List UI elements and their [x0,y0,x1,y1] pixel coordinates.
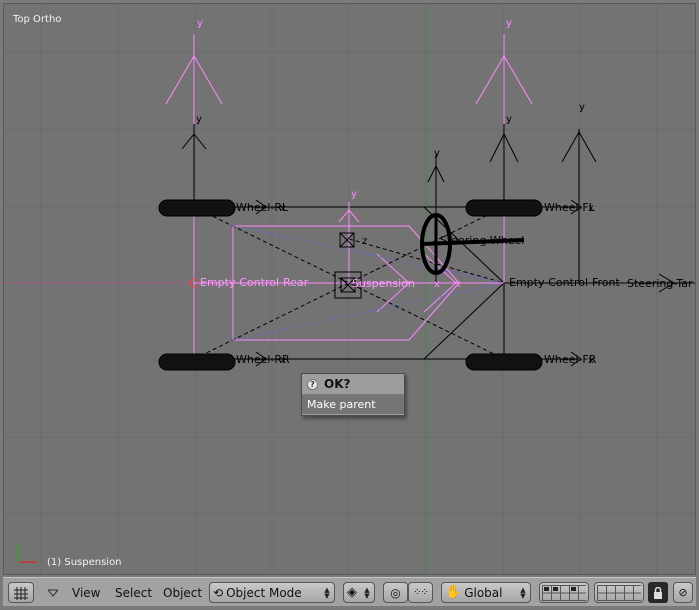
draw-type-selector[interactable]: ◈ ▲ ▼ [343,582,375,603]
label-steering-target: Steering-Tar [627,277,693,290]
hand-icon: ✋ [445,585,462,600]
axis-x-label: x [455,279,461,290]
label-steering-wheel: Steering-Wheel [440,234,524,247]
axis-x-label: x [280,203,286,214]
render-preview-button[interactable]: ⊘ [673,582,693,603]
view-name-label: Top Ortho [13,14,62,25]
blender-window: Empty-Control-Rear Suspension Empty-Cont… [0,0,699,610]
align-button[interactable]: ⁘⁘ [408,582,433,603]
label-empty-control-rear: Empty-Control-Rear [200,276,309,289]
menu-collapse-arrow-icon[interactable] [46,582,60,603]
draw-type-icon: ◈ [347,585,357,600]
question-icon: ? [307,378,318,390]
transform-orientation-selector[interactable]: ✋ Global ▲ ▼ [441,582,531,603]
layer-buttons-group-1[interactable] [539,582,589,603]
layer-grid-icon [542,584,586,601]
orientation-gizmo-icon [18,544,37,563]
menu-select[interactable]: Select [111,582,156,603]
axis-x-label: x [280,355,286,366]
pivot-point-button[interactable]: ◎ [383,582,408,603]
menu-object[interactable]: Object [159,582,206,603]
render-icon: ⊘ [678,586,688,599]
mode-selector[interactable]: ⟲ Object Mode ▲ ▼ [209,582,335,603]
viewport-grid [4,4,695,574]
active-object-status: (1) Suspension [47,557,122,568]
layer-buttons-group-2[interactable] [594,582,644,603]
3d-view-header: View Select Object ⟲ Object Mode ▲ ▼ ◈ ▲ ▼… [3,577,696,606]
axis-y-label: y [506,114,512,125]
layer-grid-icon [597,584,641,601]
axis-y-label: y [506,18,512,29]
wheel-front-right [465,353,543,371]
axis-x-label: x [588,203,594,214]
popup-title: OK? [324,377,351,391]
updown-arrows-icon: ▲ ▼ [364,585,370,600]
axis-y-label: y [351,189,357,200]
wheel-front-left [465,199,543,217]
axis-y-label: y [197,18,203,29]
updown-arrows-icon: ▲ ▼ [324,585,330,600]
make-parent-option[interactable]: Make parent [302,395,404,414]
viewport-scene[interactable]: Empty-Control-Rear Suspension Empty-Cont… [4,4,696,575]
orientation-label: Global [464,585,503,600]
axis-y-label: y [196,114,202,125]
confirm-popup: ? OK? Make parent [301,373,405,416]
lock-layers-button[interactable] [648,582,668,603]
wheel-rear-right [158,353,236,371]
editor-type-button[interactable] [8,582,34,603]
axis-x-label: x [588,355,594,366]
updown-arrows-icon: ▲ ▼ [520,585,526,600]
menu-view[interactable]: View [68,582,104,603]
label-empty-control-front: Empty-Control-Front [509,276,620,289]
object-mode-icon: ⟲ [213,585,224,600]
mode-selector-label: Object Mode [226,585,302,600]
lock-icon [654,586,662,599]
axis-y-label: y [434,148,440,159]
label-suspension: Suspension [352,277,415,290]
axis-x-label: x [434,279,440,290]
3d-viewport[interactable]: Empty-Control-Rear Suspension Empty-Cont… [3,3,696,575]
grid-editor-icon [14,586,28,600]
axis-y-label: y [579,102,585,113]
axis-z-label: z [362,236,367,247]
pivot-icon: ◎ [390,585,401,600]
dotted-align-icon: ⁘⁘ [413,587,429,598]
wheel-rear-left [158,199,236,217]
popup-title-bar: ? OK? [302,374,404,395]
